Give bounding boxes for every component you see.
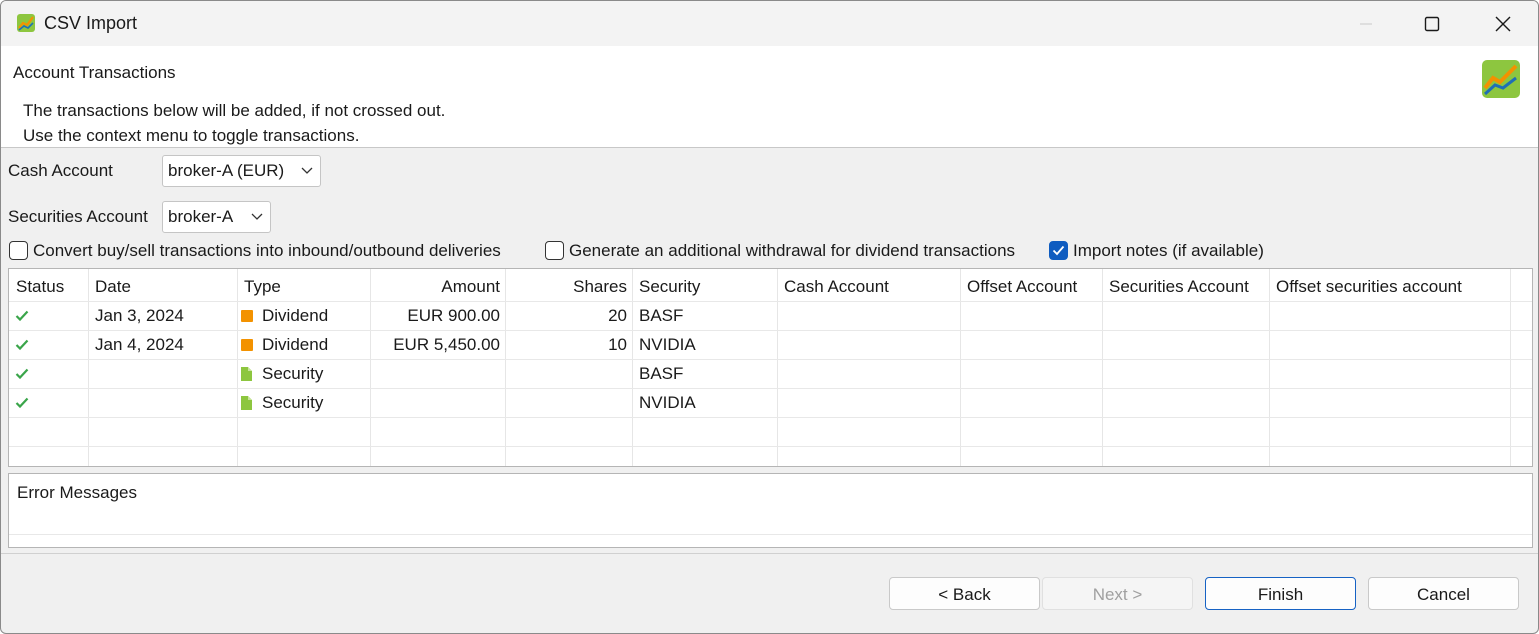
- minimize-button[interactable]: [1331, 1, 1401, 46]
- security-icon: [241, 396, 252, 410]
- row-divider: [9, 330, 1532, 331]
- checkmark-icon: [1052, 245, 1065, 256]
- status-ok-icon: [15, 310, 29, 322]
- maximize-button[interactable]: [1397, 1, 1467, 46]
- cash-account-value: broker-A (EUR): [168, 161, 285, 180]
- column-header-security[interactable]: Security: [632, 269, 777, 301]
- cash-account-label: Cash Account: [8, 161, 113, 180]
- title-bar: CSV Import: [1, 1, 1538, 46]
- cell-shares[interactable]: 10: [505, 330, 632, 359]
- additional-withdrawal-checkbox[interactable]: [545, 241, 564, 260]
- cell-security[interactable]: NVIDIA: [632, 388, 696, 417]
- cell-shares[interactable]: 20: [505, 301, 632, 330]
- cell-type[interactable]: Security: [255, 359, 323, 388]
- finish-button[interactable]: Finish: [1205, 577, 1356, 610]
- cash-account-select[interactable]: broker-A (EUR): [162, 155, 321, 187]
- cell-date[interactable]: Jan 4, 2024: [88, 330, 184, 359]
- csv-import-dialog: CSV Import Account Transactions The tran…: [0, 0, 1539, 634]
- window-title: CSV Import: [44, 13, 138, 33]
- column-header-offset-securities-account[interactable]: Offset securities account: [1269, 269, 1510, 301]
- back-button[interactable]: < Back: [889, 577, 1040, 610]
- securities-account-label: Securities Account: [8, 207, 148, 226]
- row-divider: [9, 388, 1532, 389]
- convert-deliveries-label[interactable]: Convert buy/sell transactions into inbou…: [33, 241, 501, 261]
- header-divider: [1, 147, 1538, 148]
- securities-account-value: broker-A: [168, 207, 234, 226]
- dividend-icon: [241, 339, 253, 351]
- close-icon: [1495, 16, 1511, 31]
- app-icon: [17, 14, 35, 32]
- chevron-down-icon: [301, 167, 313, 174]
- column-header-cash-account[interactable]: Cash Account: [777, 269, 960, 301]
- cell-type[interactable]: Dividend: [255, 301, 328, 330]
- convert-deliveries-checkbox[interactable]: [9, 241, 28, 260]
- page-description-line-2: Use the context menu to toggle transacti…: [23, 126, 360, 145]
- error-messages-divider: [9, 534, 1532, 535]
- next-button[interactable]: Next >: [1042, 577, 1193, 610]
- portfolio-logo-icon: [1482, 60, 1520, 98]
- minimize-icon: [1360, 23, 1372, 24]
- cell-date[interactable]: Jan 3, 2024: [88, 301, 184, 330]
- error-messages-panel: Error Messages: [8, 473, 1533, 548]
- status-ok-icon: [15, 368, 29, 380]
- chevron-down-icon: [251, 213, 263, 220]
- column-header-date[interactable]: Date: [88, 269, 237, 301]
- page-description-line-1: The transactions below will be added, if…: [23, 101, 446, 120]
- cell-type[interactable]: Dividend: [255, 330, 328, 359]
- status-ok-icon: [15, 339, 29, 351]
- row-divider: [9, 301, 1532, 302]
- column-header-shares[interactable]: Shares: [505, 269, 632, 301]
- row-divider: [9, 446, 1532, 447]
- cell-amount[interactable]: EUR 900.00: [370, 301, 505, 330]
- row-divider: [9, 417, 1532, 418]
- import-notes-label[interactable]: Import notes (if available): [1073, 241, 1264, 261]
- column-header-securities-account[interactable]: Securities Account: [1102, 269, 1269, 301]
- page-title: Account Transactions: [13, 63, 176, 82]
- dividend-icon: [241, 310, 253, 322]
- column-header-amount[interactable]: Amount: [370, 269, 505, 301]
- maximize-icon: [1424, 16, 1440, 31]
- cell-amount[interactable]: EUR 5,450.00: [370, 330, 505, 359]
- column-header-status[interactable]: Status: [9, 269, 88, 301]
- cell-type[interactable]: Security: [255, 388, 323, 417]
- cancel-button[interactable]: Cancel: [1368, 577, 1519, 610]
- column-header-offset-account[interactable]: Offset Account: [960, 269, 1102, 301]
- column-header-type[interactable]: Type: [237, 269, 370, 301]
- additional-withdrawal-label[interactable]: Generate an additional withdrawal for di…: [569, 241, 1015, 261]
- cell-security[interactable]: BASF: [632, 301, 683, 330]
- wizard-header: Account Transactions The transactions be…: [1, 46, 1538, 147]
- column-divider: [1510, 269, 1511, 466]
- cell-security[interactable]: NVIDIA: [632, 330, 696, 359]
- error-messages-title: Error Messages: [17, 483, 137, 502]
- cell-security[interactable]: BASF: [632, 359, 683, 388]
- transactions-table[interactable]: Status Date Type Amount Shares Security …: [8, 268, 1533, 467]
- footer-divider: [1, 553, 1538, 554]
- securities-account-select[interactable]: broker-A: [162, 201, 271, 233]
- security-icon: [241, 367, 252, 381]
- import-notes-checkbox[interactable]: [1049, 241, 1068, 260]
- close-button[interactable]: [1468, 1, 1538, 46]
- row-divider: [9, 359, 1532, 360]
- status-ok-icon: [15, 397, 29, 409]
